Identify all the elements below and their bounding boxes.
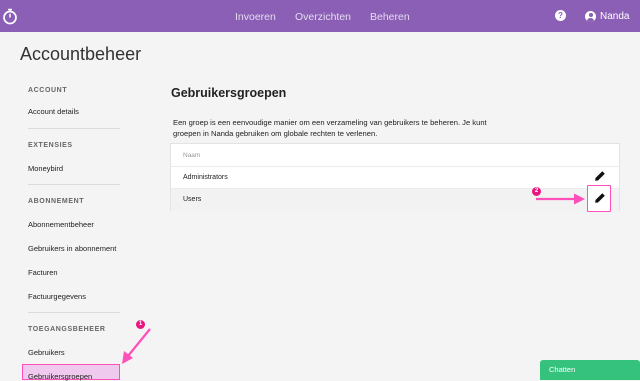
sidebar-heading-abonnement: ABONNEMENT bbox=[28, 198, 85, 205]
sidebar-divider bbox=[28, 128, 120, 129]
sidebar-item-factuurgegevens[interactable]: Factuurgegevens bbox=[28, 292, 86, 301]
sidebar-item-gebruikers-in-abonnement[interactable]: Gebruikers in abonnement bbox=[28, 244, 116, 253]
nav-invoeren[interactable]: Invoeren bbox=[235, 0, 276, 32]
sidebar-item-moneybird[interactable]: Moneybird bbox=[28, 164, 63, 173]
chat-label: Chatten bbox=[549, 365, 576, 374]
nav-beheren[interactable]: Beheren bbox=[370, 0, 410, 32]
annotation-arrow-right-icon bbox=[536, 193, 585, 205]
sidebar-item-facturen[interactable]: Facturen bbox=[28, 268, 58, 277]
top-navigation-bar: Invoeren Overzichten Beheren ? Nanda bbox=[0, 0, 640, 32]
sidebar-heading-toegangsbeheer: TOEGANGSBEHEER bbox=[28, 326, 106, 333]
sidebar-item-abonnementbeheer[interactable]: Abonnementbeheer bbox=[28, 220, 94, 229]
help-circle-icon[interactable]: ? bbox=[555, 10, 566, 21]
sidebar-divider bbox=[28, 184, 120, 185]
chat-button[interactable]: Chatten bbox=[540, 360, 640, 380]
sidebar-item-account-details[interactable]: Account details bbox=[28, 107, 79, 116]
stopwatch-logo-icon[interactable] bbox=[2, 7, 18, 25]
group-name: Users bbox=[183, 196, 202, 203]
table-row[interactable]: Administrators bbox=[171, 166, 619, 189]
group-name: Administrators bbox=[183, 174, 228, 181]
column-header-naam: Naam bbox=[183, 152, 201, 159]
user-menu[interactable]: Nanda bbox=[585, 0, 629, 32]
pencil-icon[interactable] bbox=[594, 170, 606, 182]
intro-text: Een groep is een eenvoudige manier om ee… bbox=[173, 118, 487, 138]
section-title: Gebruikersgroepen bbox=[171, 86, 287, 100]
annotation-arrow-down-icon bbox=[122, 328, 151, 364]
page-title: Accountbeheer bbox=[20, 44, 142, 64]
pencil-icon[interactable] bbox=[594, 192, 606, 204]
sidebar-heading-extensies: EXTENSIES bbox=[28, 142, 73, 149]
sidebar-heading-account: ACCOUNT bbox=[28, 87, 68, 94]
user-circle-icon bbox=[585, 10, 596, 22]
user-name: Nanda bbox=[600, 10, 630, 22]
sidebar-item-gebruikers[interactable]: Gebruikers bbox=[28, 348, 65, 357]
nav-overzichten[interactable]: Overzichten bbox=[295, 0, 351, 32]
sidebar-divider bbox=[28, 312, 120, 313]
